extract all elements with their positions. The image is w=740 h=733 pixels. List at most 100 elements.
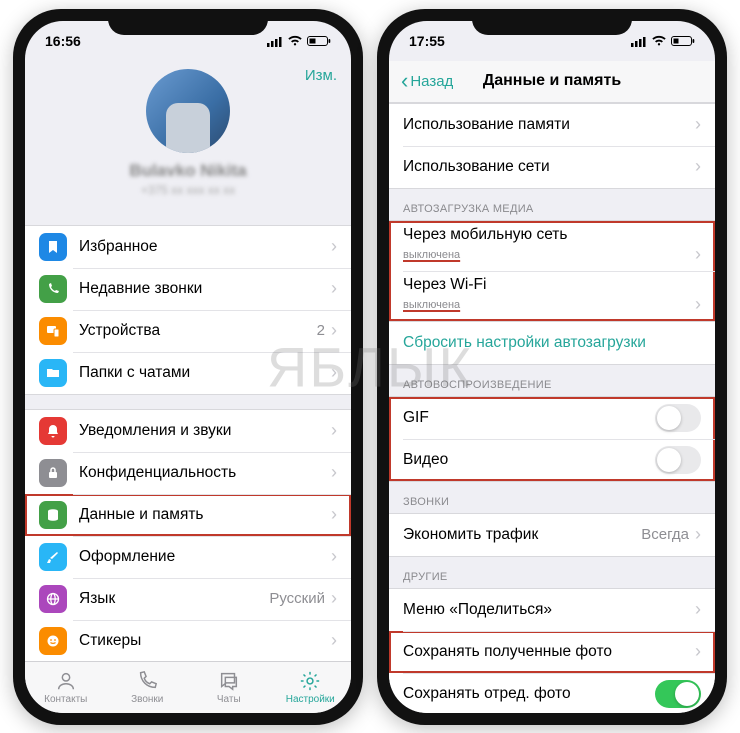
row-label: Видео	[403, 451, 655, 469]
row-label: Папки с чатами	[79, 364, 331, 382]
row-sub: выключена	[403, 249, 460, 261]
chevron-right-icon: ›	[695, 156, 701, 177]
tab-label: Чаты	[217, 694, 241, 705]
section-header-autoplay: АВТОВОСПРОИЗВЕДЕНИЕ	[389, 365, 715, 396]
row-chat-folders[interactable]: Папки с чатами ›	[25, 352, 351, 394]
row-label: Уведомления и звуки	[79, 422, 331, 440]
battery-icon	[671, 35, 695, 47]
row-language[interactable]: Язык Русский ›	[25, 578, 351, 620]
row-appearance[interactable]: Оформление ›	[25, 536, 351, 578]
phone-icon	[39, 275, 67, 303]
calls-group: Экономить трафик Всегда ›	[389, 513, 715, 557]
tab-chats[interactable]: Чаты	[188, 662, 270, 713]
phone-left: 16:56 Изм. Bulavko Nikita +375 xx xxx xx…	[13, 9, 363, 725]
chevron-right-icon: ›	[331, 420, 337, 441]
row-label: Экономить трафик	[403, 526, 641, 544]
bell-icon	[39, 417, 67, 445]
row-data-storage[interactable]: Данные и память ›	[25, 494, 351, 536]
chevron-right-icon: ›	[695, 641, 701, 662]
globe-icon	[39, 585, 67, 613]
row-label: Сохранять полученные фото	[403, 643, 695, 661]
row-autoplay-gif: GIF	[389, 397, 715, 439]
row-stickers[interactable]: Стикеры ›	[25, 620, 351, 661]
usage-group: Использование памяти › Использование сет…	[389, 103, 715, 189]
profile-phone: +375 xx xxx xx xx	[25, 183, 351, 197]
row-label: Меню «Поделиться»	[403, 601, 695, 619]
row-sub: выключена	[403, 299, 460, 311]
row-label: Избранное	[79, 238, 331, 256]
bookmark-icon	[39, 233, 67, 261]
wifi-icon	[287, 35, 303, 47]
status-time: 16:56	[45, 33, 81, 49]
phone-icon	[136, 670, 158, 692]
chevron-right-icon: ›	[331, 236, 337, 257]
row-autoplay-video: Видео	[389, 439, 715, 481]
row-label: Сохранять отред. фото	[403, 685, 655, 703]
autoload-group: Через мобильную сеть выключена › Через W…	[389, 220, 715, 322]
row-recent-calls[interactable]: Недавние звонки ›	[25, 268, 351, 310]
tab-settings[interactable]: Настройки	[270, 662, 352, 713]
tab-label: Контакты	[44, 694, 87, 705]
section-header-calls: ЗВОНКИ	[389, 482, 715, 513]
toggle-video[interactable]	[655, 446, 701, 474]
row-label: Устройства	[79, 322, 317, 340]
tab-contacts[interactable]: Контакты	[25, 662, 107, 713]
profile-header: Изм. Bulavko Nikita +375 xx xxx xx xx	[25, 61, 351, 211]
phone-right: 17:55 ‹ Назад Данные и память Использова…	[377, 9, 727, 725]
row-save-data[interactable]: Экономить трафик Всегда ›	[389, 514, 715, 556]
row-storage-usage[interactable]: Использование памяти ›	[389, 104, 715, 146]
chevron-right-icon: ›	[695, 114, 701, 135]
edit-button[interactable]: Изм.	[305, 67, 337, 84]
row-save-incoming-photos[interactable]: Сохранять полученные фото ›	[389, 631, 715, 673]
person-icon	[55, 670, 77, 692]
row-value: Всегда	[641, 526, 689, 543]
other-group: Меню «Поделиться» › Сохранять полученные…	[389, 588, 715, 713]
chevron-right-icon: ›	[331, 504, 337, 525]
chevron-right-icon: ›	[331, 630, 337, 651]
chevron-right-icon: ›	[695, 244, 701, 265]
row-share-menu[interactable]: Меню «Поделиться» ›	[389, 589, 715, 631]
row-label: Использование памяти	[403, 116, 695, 134]
row-favorites[interactable]: Избранное ›	[25, 226, 351, 268]
avatar[interactable]	[146, 69, 230, 153]
lock-icon	[39, 459, 67, 487]
row-network-usage[interactable]: Использование сети ›	[389, 146, 715, 188]
row-value: 2	[317, 322, 325, 339]
row-privacy[interactable]: Конфиденциальность ›	[25, 452, 351, 494]
settings-group-2: Уведомления и звуки › Конфиденциальность…	[25, 409, 351, 661]
chevron-left-icon: ‹	[401, 68, 408, 94]
battery-icon	[307, 35, 331, 47]
chats-icon	[218, 670, 240, 692]
row-autoload-cellular[interactable]: Через мобильную сеть выключена ›	[389, 221, 715, 271]
folder-icon	[39, 359, 67, 387]
toggle-gif[interactable]	[655, 404, 701, 432]
row-notifications[interactable]: Уведомления и звуки ›	[25, 410, 351, 452]
profile-name: Bulavko Nikita	[25, 161, 351, 181]
sticker-icon	[39, 627, 67, 655]
row-autoload-wifi[interactable]: Через Wi-Fi выключена ›	[389, 271, 715, 321]
row-label: Конфиденциальность	[79, 464, 331, 482]
nav-back-button[interactable]: ‹ Назад	[401, 68, 453, 94]
tab-calls[interactable]: Звонки	[107, 662, 189, 713]
chevron-right-icon: ›	[695, 599, 701, 620]
row-label: Через Wi-Fi	[403, 276, 701, 294]
tab-bar: Контакты Звонки Чаты Настройки	[25, 661, 351, 713]
gear-icon	[299, 670, 321, 692]
database-icon	[39, 501, 67, 529]
row-label: Язык	[79, 590, 269, 608]
notch	[108, 9, 268, 35]
chevron-right-icon: ›	[331, 588, 337, 609]
nav-back-label: Назад	[410, 73, 453, 90]
row-label: Сбросить настройки автозагрузки	[403, 334, 701, 352]
chevron-right-icon: ›	[331, 278, 337, 299]
settings-group-1: Избранное › Недавние звонки › Устройства…	[25, 225, 351, 395]
signal-icon	[267, 35, 283, 47]
chevron-right-icon: ›	[695, 294, 701, 315]
row-devices[interactable]: Устройства 2 ›	[25, 310, 351, 352]
chevron-right-icon: ›	[695, 524, 701, 545]
notch	[472, 9, 632, 35]
row-label: Через мобильную сеть	[403, 226, 701, 244]
row-label: Оформление	[79, 548, 331, 566]
row-reset-autoload[interactable]: Сбросить настройки автозагрузки	[389, 322, 715, 364]
toggle-save-edited[interactable]	[655, 680, 701, 708]
